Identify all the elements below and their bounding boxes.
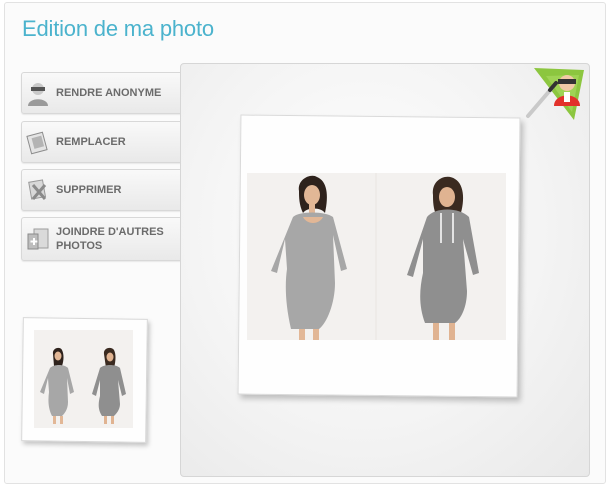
delete-icon bbox=[24, 176, 52, 204]
anonymize-label: RENDRE ANONYME bbox=[56, 87, 162, 99]
attach-photos-icon bbox=[24, 225, 52, 253]
replace-label: REMPLACER bbox=[56, 136, 126, 148]
page-title: Edition de ma photo bbox=[22, 16, 214, 41]
main-photo[interactable] bbox=[247, 173, 506, 340]
replace-icon bbox=[24, 128, 52, 156]
photo-thumbnail[interactable] bbox=[34, 330, 133, 428]
anonymize-button[interactable]: RENDRE ANONYME bbox=[21, 72, 183, 114]
delete-button[interactable]: SUPPRIMER bbox=[21, 169, 183, 211]
delete-label: SUPPRIMER bbox=[56, 184, 122, 196]
mascot-edit-icon[interactable] bbox=[524, 66, 586, 122]
attach-photos-label: JOINDRE D'AUTRES PHOTOS bbox=[56, 226, 164, 252]
attach-photos-button[interactable]: JOINDRE D'AUTRES PHOTOS bbox=[21, 217, 183, 261]
anonymize-icon bbox=[24, 79, 52, 107]
replace-button[interactable]: REMPLACER bbox=[21, 121, 183, 163]
